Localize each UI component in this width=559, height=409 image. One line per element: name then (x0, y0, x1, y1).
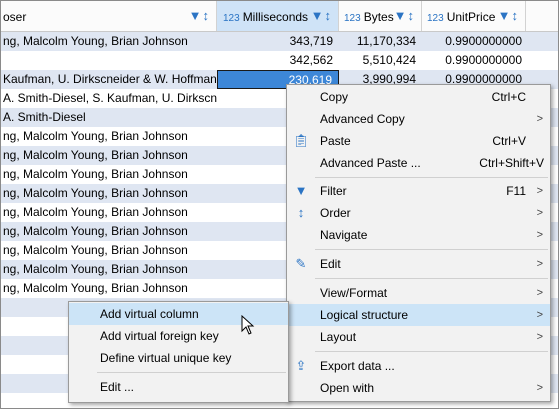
menu-item-paste-shortcut: Ctrl+V (492, 134, 526, 148)
menu-item-navigate-label: Navigate (320, 228, 368, 242)
menu-item-copy-label: Copy (320, 90, 349, 104)
menu-separator (315, 351, 548, 352)
chevron-right-icon: > (536, 258, 543, 270)
composer-cell[interactable]: ng, Malcolm Young, Brian Johnson (1, 260, 217, 279)
milliseconds-cell[interactable]: 342,562 (217, 51, 339, 70)
column-header-composer-label: oser (3, 10, 27, 24)
unitprice-cell[interactable]: 0.9900000000 (422, 32, 526, 51)
menu-item-logical-structure[interactable]: Logical structure > (287, 304, 550, 326)
grid-header: oser ▼↕ 123 Milliseconds ▼↕ 123 Bytes ▼↕ 1… (1, 1, 558, 32)
submenu-item-define-virtual-unique-key[interactable]: Define virtual unique key (69, 347, 288, 369)
menu-item-advanced-paste-label: Advanced Paste ... (320, 156, 421, 170)
filter-sort-icon[interactable]: ▼↕ (311, 8, 332, 23)
funnel-icon: ▼ (294, 183, 308, 198)
menu-item-copy[interactable]: Copy Ctrl+C (287, 86, 550, 108)
menu-item-advanced-copy[interactable]: Advanced Copy > (287, 108, 550, 130)
composer-cell[interactable]: ng, Malcolm Young, Brian Johnson (1, 222, 217, 241)
menu-item-advanced-copy-label: Advanced Copy (320, 112, 405, 126)
column-header-bytes[interactable]: 123 Bytes ▼↕ (339, 1, 422, 31)
menu-item-advanced-paste[interactable]: Advanced Paste ... Ctrl+Shift+V (287, 152, 550, 174)
menu-item-export-data[interactable]: ⇪ Export data ... (287, 355, 550, 377)
composer-cell[interactable] (1, 51, 217, 70)
menu-item-view-format-label: View/Format (320, 286, 388, 300)
menu-separator (315, 177, 548, 178)
menu-item-layout[interactable]: Layout > (287, 326, 550, 348)
chevron-right-icon: > (536, 229, 543, 241)
composer-cell[interactable]: A. Smith-Diesel (1, 108, 217, 127)
menu-item-paste[interactable]: 📋︎ Paste Ctrl+V (287, 130, 550, 152)
menu-item-edit-label: Edit (320, 257, 341, 271)
results-grid-window: oser ▼↕ 123 Milliseconds ▼↕ 123 Bytes ▼↕ 1… (0, 0, 559, 409)
menu-item-edit[interactable]: ✎ Edit > (287, 253, 550, 275)
chevron-right-icon: > (536, 287, 543, 299)
menu-item-open-with[interactable]: Open with > (287, 377, 550, 399)
submenu-item-edit-label: Edit ... (100, 380, 135, 394)
menu-item-filter[interactable]: ▼ Filter F11 > (287, 180, 550, 202)
column-header-filler (526, 1, 558, 31)
composer-cell[interactable]: ng, Malcolm Young, Brian Johnson (1, 279, 217, 298)
chevron-right-icon: > (536, 207, 543, 219)
submenu-item-add-virtual-foreign-key-label: Add virtual foreign key (100, 329, 219, 343)
numeric-type-icon: 123 (427, 13, 444, 24)
column-header-bytes-label: Bytes (363, 10, 394, 24)
column-header-unitprice-label: UnitPrice (446, 10, 496, 24)
menu-item-navigate[interactable]: Navigate > (287, 224, 550, 246)
menu-item-advanced-paste-shortcut: Ctrl+Shift+V (479, 156, 544, 170)
menu-separator (97, 372, 286, 373)
menu-item-paste-label: Paste (320, 134, 351, 148)
mouse-cursor-icon (241, 315, 255, 335)
export-icon: ⇪ (295, 358, 307, 373)
menu-item-filter-shortcut: F11 (506, 184, 526, 198)
milliseconds-cell[interactable]: 343,719 (217, 32, 339, 51)
menu-item-layout-label: Layout (320, 330, 357, 344)
composer-cell[interactable]: ng, Malcolm Young, Brian Johnson (1, 203, 217, 222)
composer-cell[interactable]: ng, Malcolm Young, Brian Johnson (1, 241, 217, 260)
bytes-cell[interactable]: 5,510,424 (339, 51, 422, 70)
composer-cell[interactable]: ng, Malcolm Young, Brian Johnson (1, 184, 217, 203)
sort-icon: ↕ (297, 205, 305, 220)
composer-cell[interactable]: ng, Malcolm Young, Brian Johnson (1, 146, 217, 165)
submenu-item-edit[interactable]: Edit ... (69, 376, 288, 398)
menu-item-open-with-label: Open with (320, 381, 375, 395)
table-row[interactable]: ng, Malcolm Young, Brian Johnson 343,719 1… (1, 32, 558, 51)
bytes-cell[interactable]: 11,170,334 (339, 32, 422, 51)
menu-separator (315, 278, 548, 279)
column-header-milliseconds[interactable]: 123 Milliseconds ▼↕ (217, 1, 339, 31)
edit-icon: ✎ (295, 256, 307, 271)
column-header-composer[interactable]: oser ▼↕ (1, 1, 217, 31)
column-header-milliseconds-label: Milliseconds (242, 10, 309, 24)
chevron-right-icon: > (536, 382, 543, 394)
composer-cell[interactable]: ng, Malcolm Young, Brian Johnson (1, 32, 217, 51)
menu-item-view-format[interactable]: View/Format > (287, 282, 550, 304)
submenu-item-add-virtual-column-label: Add virtual column (100, 307, 199, 321)
menu-item-order-label: Order (320, 206, 351, 220)
composer-cell[interactable]: ng, Malcolm Young, Brian Johnson (1, 127, 217, 146)
composer-cell[interactable]: A. Smith-Diesel, S. Kaufman, U. Dirkscne (1, 89, 217, 108)
filter-sort-icon[interactable]: ▼↕ (394, 8, 415, 23)
menu-item-export-data-label: Export data ... (320, 359, 395, 373)
chevron-right-icon: > (536, 331, 543, 343)
chevron-right-icon: > (536, 309, 543, 321)
unitprice-cell[interactable]: 0.9900000000 (422, 51, 526, 70)
filter-sort-icon[interactable]: ▼↕ (189, 8, 210, 23)
chevron-right-icon: > (536, 113, 543, 125)
menu-item-order[interactable]: ↕ Order > (287, 202, 550, 224)
numeric-type-icon: 123 (344, 13, 361, 24)
menu-separator (315, 249, 548, 250)
filter-sort-icon[interactable]: ▼↕ (498, 8, 519, 23)
composer-cell[interactable]: Kaufman, U. Dirkscneider & W. Hoffman (1, 70, 217, 89)
chevron-right-icon: > (536, 185, 543, 197)
table-row[interactable]: 342,562 5,510,424 0.9900000000 (1, 51, 558, 70)
submenu-item-define-virtual-unique-key-label: Define virtual unique key (100, 351, 232, 365)
menu-item-filter-label: Filter (320, 184, 347, 198)
clipboard-icon: 📋︎ (292, 133, 310, 148)
menu-item-copy-shortcut: Ctrl+C (491, 90, 526, 104)
menu-item-logical-structure-label: Logical structure (320, 308, 409, 322)
numeric-type-icon: 123 (223, 13, 240, 24)
column-header-unitprice[interactable]: 123 UnitPrice ▼↕ (422, 1, 526, 31)
composer-cell[interactable]: ng, Malcolm Young, Brian Johnson (1, 165, 217, 184)
context-menu: Copy Ctrl+C Advanced Copy > 📋︎ Paste Ctr… (286, 84, 551, 402)
